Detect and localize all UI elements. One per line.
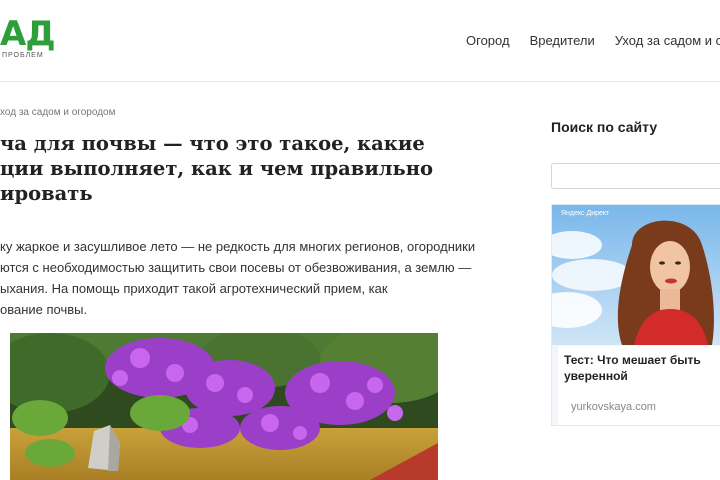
site-header: АД ПРОБЛЕМ Огород Вредители Уход за садо… xyxy=(0,0,720,82)
article-intro: ку жаркое и засушливое лето — не редкост… xyxy=(0,236,510,320)
article-intro-line: ыхания. На помощь приходит такой агротех… xyxy=(0,281,388,296)
article-intro-line: ку жаркое и засушливое лето — не редкост… xyxy=(0,239,476,254)
flower-garden-illustration xyxy=(10,333,438,480)
main-nav: Огород Вредители Уход за садом и о xyxy=(466,33,720,49)
site-logo[interactable]: АД ПРОБЛЕМ xyxy=(0,14,70,64)
logo-tagline: ПРОБЛЕМ xyxy=(2,52,44,59)
article-photo xyxy=(10,333,438,480)
sidebar-search-title: Поиск по сайту xyxy=(551,119,658,135)
sidebar-ad[interactable]: Яндекс Директ Тест: Что мешает быть увер… xyxy=(551,204,720,426)
breadcrumb[interactable]: ход за садом и огородом xyxy=(0,107,115,118)
article-title-line: ции выполняет, как и чем правильно xyxy=(0,157,434,180)
logo-text: АД xyxy=(0,14,56,54)
ad-image xyxy=(552,205,720,345)
article-title-line: ировать xyxy=(0,182,93,205)
nav-item-garden-care[interactable]: Уход за садом и о xyxy=(615,33,720,49)
ad-source-label: Яндекс Директ xyxy=(561,210,610,217)
article-intro-line: ются с необходимостью защитить свои посе… xyxy=(0,260,472,275)
nav-item-ogorod[interactable]: Огород xyxy=(466,33,510,49)
article-title-line: ча для почвы — что это такое, какие xyxy=(0,132,425,155)
article-title: ча для почвы — что это такое, какие ции в… xyxy=(0,131,440,206)
nav-item-vrediteli[interactable]: Вредители xyxy=(530,33,595,49)
ad-headline[interactable]: Тест: Что мешает быть уверенной xyxy=(564,352,714,384)
article-intro-line: ование почвы. xyxy=(0,302,88,317)
ad-domain[interactable]: yurkovskaya.com xyxy=(571,401,656,413)
search-input[interactable] xyxy=(551,163,720,189)
